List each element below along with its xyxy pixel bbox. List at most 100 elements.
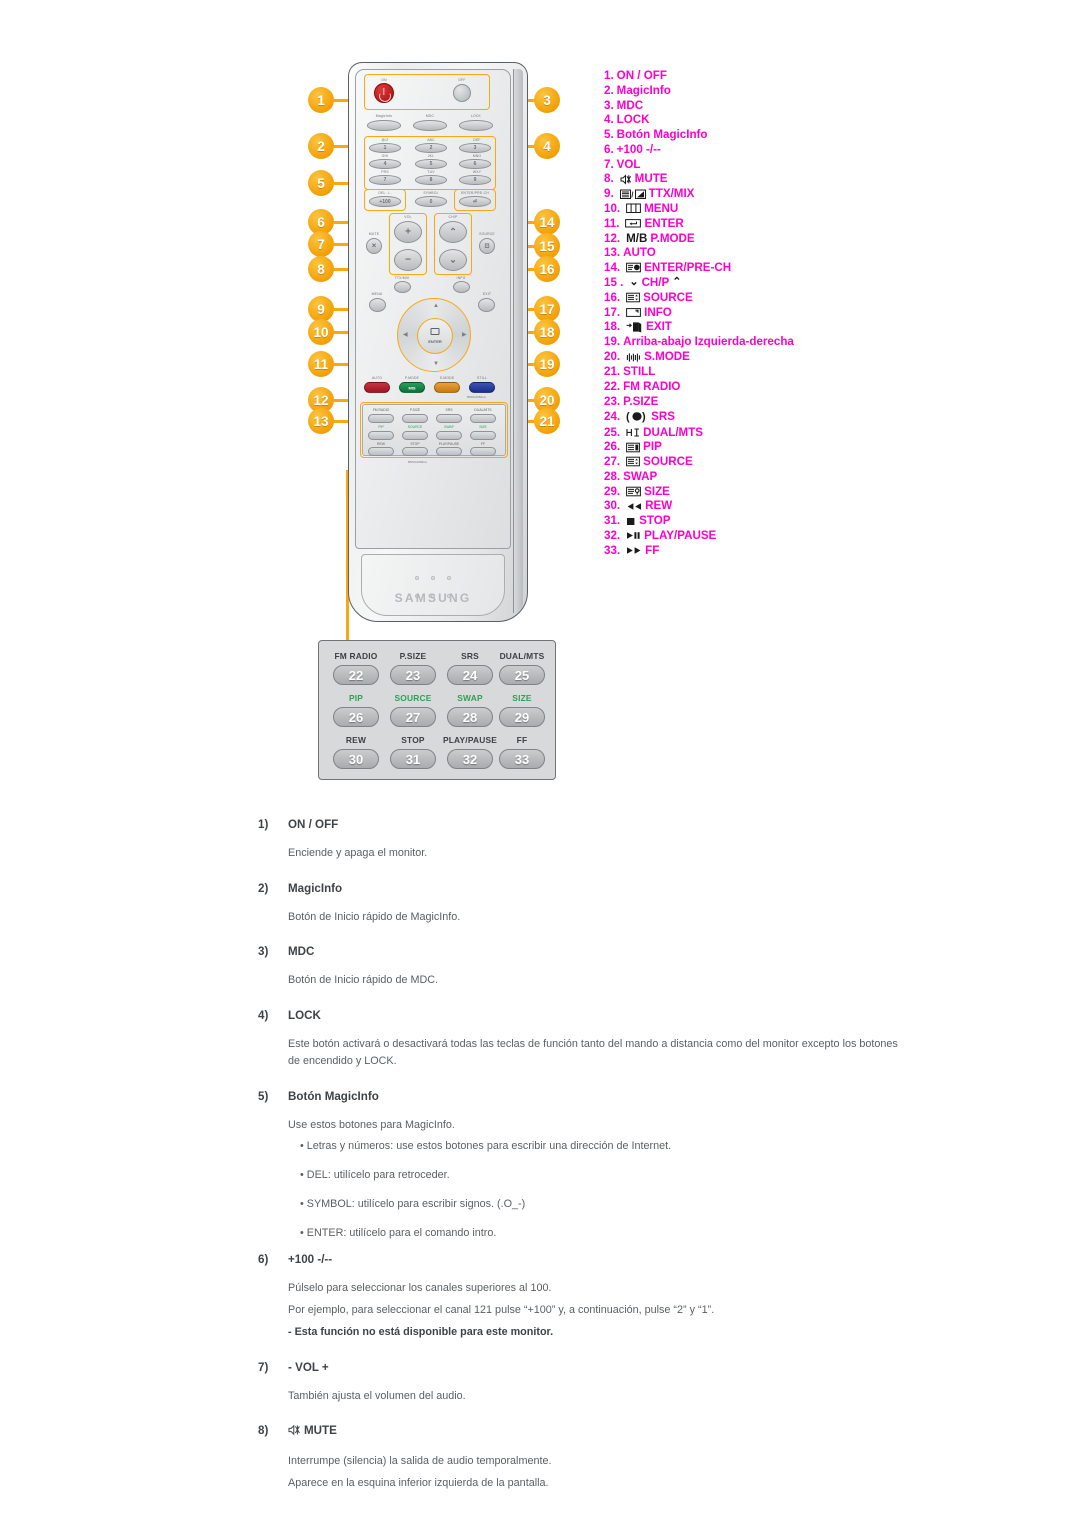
info-key-label: INFO [456, 276, 466, 280]
legend-item-9: 9. / TTX/MIX [604, 188, 934, 200]
plus100-key[interactable]: +100 [369, 196, 401, 207]
still-key[interactable] [469, 382, 495, 393]
enter-key[interactable]: ENTER [417, 318, 453, 354]
ttx-mix-key[interactable] [394, 281, 411, 293]
legend-num: 30. [604, 499, 621, 513]
description-title: Botón MagicInfo [288, 1089, 379, 1103]
detail-label-fmradio: FM RADIO [334, 651, 378, 661]
pmode-key[interactable]: MIS [399, 382, 425, 393]
legend-item-31: 31. STOP [604, 515, 934, 527]
detail-button-32[interactable]: 32 [447, 749, 493, 769]
legend-num: 14. [604, 261, 621, 275]
keypad-key-5[interactable]: 5 [415, 159, 447, 169]
detail-button-28[interactable]: 28 [447, 707, 493, 727]
legend-label: P.SIZE [623, 394, 659, 408]
description-heading: 8) MUTE [258, 1424, 898, 1439]
svg-text:): ) [642, 411, 646, 423]
legend-label: S.MODE [644, 350, 690, 364]
description-text: Use estos botones para MagicInfo. [288, 1118, 455, 1131]
keypad-key-9[interactable]: 9 [459, 175, 491, 185]
legend-item-6: 6. +100 -/-- [604, 144, 934, 156]
legend-label: INFO [644, 305, 672, 319]
dualmts-key[interactable] [470, 414, 496, 423]
description-index: 8) [258, 1424, 269, 1438]
power-on-button[interactable] [374, 83, 394, 103]
keypad-key-2[interactable]: 2 [415, 143, 447, 153]
srs-key[interactable] [436, 414, 462, 423]
info-key[interactable] [453, 281, 470, 293]
mdc-key-label: MDC [425, 114, 435, 118]
detail-button-25[interactable]: 25 [499, 665, 545, 685]
mute-icon [620, 174, 632, 185]
detail-button-26[interactable]: 26 [333, 707, 379, 727]
psize-key[interactable] [402, 414, 428, 423]
legend-item-29: 29. SIZE [604, 486, 934, 498]
keypad-key-7[interactable]: 7 [369, 175, 401, 185]
source-media-key[interactable] [402, 431, 428, 440]
nav-right-arrow[interactable]: ▶ [462, 332, 467, 338]
ch-down-key[interactable]: ⌄ [439, 249, 467, 271]
legend-label: MDC [616, 98, 644, 112]
vol-up-key[interactable]: + [394, 221, 422, 243]
smode-key[interactable] [434, 382, 460, 393]
detail-button-24[interactable]: 24 [447, 665, 493, 685]
keypad-key-3[interactable]: 3 [459, 143, 491, 153]
pmode-key-label: P.MODE [404, 376, 420, 380]
detail-button-30[interactable]: 30 [333, 749, 379, 769]
keypad-key-0[interactable]: 0 [415, 196, 447, 207]
exit-key[interactable] [478, 298, 495, 312]
detail-label-size: SIZE [512, 693, 532, 703]
legend-item-17: 17. INFO [604, 305, 934, 319]
ch-up-icon: ⌃ [672, 276, 682, 289]
keypad-key-6[interactable]: 6 [459, 159, 491, 169]
rew-key[interactable] [368, 447, 394, 456]
navigation-ring[interactable]: ▲ ▼ ◀ ▶ ENTER [397, 298, 471, 372]
legend-label: CH/P [641, 275, 670, 289]
detail-button-33[interactable]: 33 [499, 749, 545, 769]
source-key[interactable]: ⊡ [479, 238, 495, 254]
description-index: 4) [258, 1009, 269, 1023]
playpause-key[interactable] [436, 447, 462, 456]
keypad-key-1[interactable]: 1 [369, 143, 401, 153]
swap-key[interactable] [436, 431, 462, 440]
detail-button-31[interactable]: 31 [390, 749, 436, 769]
detail-button-22[interactable]: 22 [333, 665, 379, 685]
detail-button-27[interactable]: 27 [390, 707, 436, 727]
stop-key[interactable] [402, 447, 428, 456]
legend-item-16: 16. SOURCE [604, 292, 934, 304]
mute-key[interactable]: ✕ [366, 238, 382, 254]
power-off-button[interactable] [453, 84, 471, 102]
lock-key[interactable] [459, 120, 493, 131]
detail-label-stop: STOP [401, 735, 425, 745]
ff-key[interactable] [470, 447, 496, 456]
smode-key-label: S.MODE [439, 376, 455, 380]
ch-up-key[interactable]: ⌃ [439, 221, 467, 243]
callout-10: 10 [308, 319, 334, 345]
legend-item-20: 20. S.MODE [604, 351, 934, 363]
nav-down-arrow[interactable]: ▼ [433, 361, 439, 367]
description-heading: 2) MagicInfo [258, 882, 898, 895]
detail-button-29[interactable]: 29 [499, 707, 545, 727]
nav-left-arrow[interactable]: ◀ [403, 332, 408, 338]
keypad-key-4[interactable]: 4 [369, 159, 401, 169]
prech-key[interactable]: ⏎ [459, 196, 491, 207]
legend-item-27: 27. SOURCE [604, 456, 934, 468]
fmradio-key[interactable] [368, 414, 394, 423]
mdc-key[interactable] [413, 120, 447, 131]
description-index: 5) [258, 1089, 269, 1103]
detail-button-23[interactable]: 23 [390, 665, 436, 685]
ttx-key-label: TTX/MIX [394, 276, 410, 280]
legend-item-32: 32. PLAY/PAUSE [604, 530, 934, 542]
nav-up-arrow[interactable]: ▲ [433, 303, 439, 309]
size-key[interactable] [470, 431, 496, 440]
pip-key[interactable] [368, 431, 394, 440]
menu-key[interactable] [369, 298, 386, 312]
auto-key[interactable] [364, 382, 390, 393]
size-icon [626, 486, 642, 497]
vol-down-key[interactable]: − [394, 249, 422, 271]
fmradio-label: FM RADIO [372, 408, 390, 412]
magicinfo-key[interactable] [367, 120, 401, 131]
legend-label: STOP [639, 514, 671, 528]
keypad-key-8[interactable]: 8 [415, 175, 447, 185]
description-item-6: 6) +100 -/-- Púlselo para seleccionar lo… [258, 1253, 898, 1340]
